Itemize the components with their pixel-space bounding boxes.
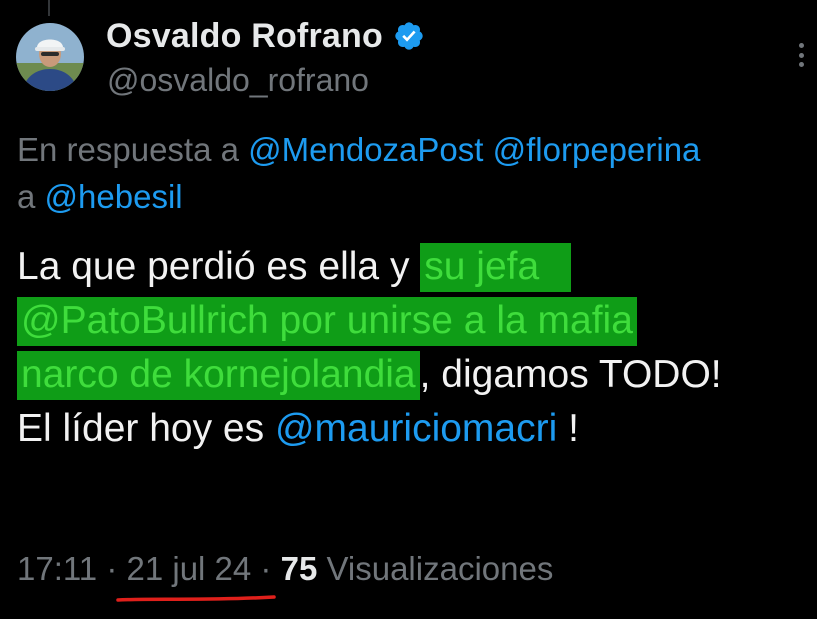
meta-separator: ·: [260, 550, 272, 587]
mention-mauriciomacri[interactable]: @mauriciomacri: [275, 407, 557, 450]
mention-patobullrich[interactable]: @PatoBullrich: [21, 299, 269, 342]
tweet-text-part: El líder hoy es: [17, 407, 275, 450]
reply-context: En respuesta a @MendozaPost @florpeperin…: [17, 126, 817, 220]
tweet-text-part: , digamos TODO!: [419, 353, 722, 396]
reply-joiner: a: [17, 178, 36, 215]
highlight-mafia: por unirse a la mafia: [268, 299, 633, 342]
more-options-icon[interactable]: [790, 41, 812, 69]
reply-mention-mendozapost[interactable]: @MendozaPost: [248, 131, 483, 168]
highlight-kornejolandia: narco de kornejolandia: [21, 353, 416, 396]
reply-mention-hebesil[interactable]: @hebesil: [45, 178, 183, 215]
author-display-name[interactable]: Osvaldo Rofrano: [106, 17, 383, 56]
reply-prefix: En respuesta a: [17, 131, 239, 168]
meta-separator: ·: [106, 550, 118, 587]
views-label[interactable]: Visualizaciones: [326, 550, 553, 587]
tweet-body: La que perdió es ella y su jefa @PatoBul…: [17, 240, 807, 456]
highlighted-text: su jefa: [420, 243, 572, 292]
tweet-date[interactable]: 21 jul 24: [126, 550, 251, 587]
author-name-row: Osvaldo Rofrano: [106, 14, 425, 58]
tweet-text-part: !: [557, 407, 579, 450]
red-underline-mark: [116, 595, 277, 602]
highlighted-text: @PatoBullrich por unirse a la mafia: [17, 297, 637, 346]
reply-mention-florpeperina[interactable]: @florpeperina: [493, 131, 701, 168]
views-count: 75: [280, 550, 318, 587]
avatar[interactable]: [16, 23, 84, 91]
thread-connector-line: [48, 0, 50, 16]
tweet-meta: 17:11 · 21 jul 24 · 75 Visualizaciones: [17, 550, 553, 602]
highlighted-text: narco de kornejolandia: [17, 351, 420, 400]
verified-badge-icon: [395, 22, 423, 50]
tweet-text-part: La que perdió es ella y: [17, 245, 421, 288]
tweet-time[interactable]: 17:11: [17, 550, 97, 587]
author-handle[interactable]: @osvaldo_rofrano: [107, 62, 369, 99]
tweet-date-wrap: 21 jul 24: [116, 550, 277, 602]
highlight-su-jefa: su jefa: [424, 245, 540, 288]
